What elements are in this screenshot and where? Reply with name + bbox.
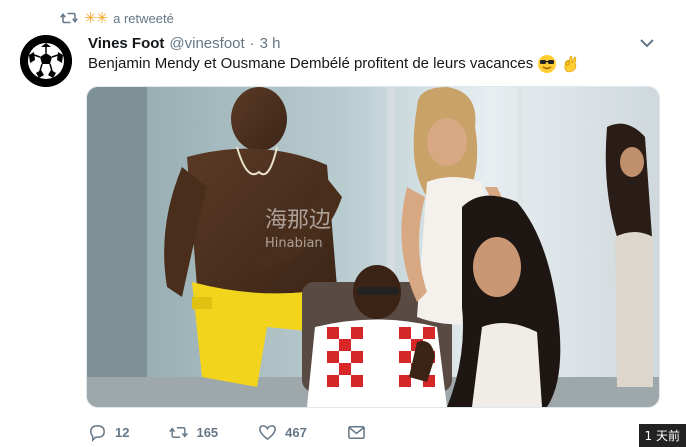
display-name[interactable]: Vines Foot — [88, 35, 164, 52]
tweet-body: Benjamin Mendy et Ousmane Dembélé profit… — [88, 55, 534, 72]
separator: · — [249, 34, 255, 52]
reply-button[interactable]: 12 — [88, 423, 129, 442]
retweet-icon — [60, 12, 78, 24]
retweeter-name[interactable]: ✳✳ — [84, 9, 108, 27]
tweet-text: Benjamin Mendy et Ousmane Dembélé profit… — [88, 54, 581, 74]
message-button[interactable] — [347, 423, 366, 442]
retweet-button[interactable]: 165 — [169, 423, 218, 442]
tweet-photo[interactable]: 海那边 Hinabian — [86, 86, 660, 408]
retweet-attribution: ✳✳ a retweeté — [60, 8, 174, 28]
watermark-cn: 海那边 — [265, 208, 331, 233]
timestamp[interactable]: 3 h — [260, 35, 281, 52]
tweet-header: Vines Foot @vinesfoot · 3 h — [88, 33, 281, 53]
heart-icon — [259, 424, 277, 440]
retweet-label: a retweeté — [113, 10, 174, 26]
chevron-down-icon[interactable] — [638, 34, 656, 52]
reply-count: 12 — [115, 424, 130, 440]
handle[interactable]: @vinesfoot — [169, 35, 244, 52]
timestamp-badge: 1 天前 — [638, 424, 686, 447]
envelope-icon — [348, 425, 365, 439]
like-count: 467 — [285, 424, 307, 440]
photo-image: 海那边 Hinabian — [87, 87, 659, 407]
soccer-ball-icon — [20, 35, 72, 87]
like-button[interactable]: 467 — [258, 423, 307, 442]
retweet-icon — [169, 426, 189, 438]
avatar[interactable] — [20, 35, 72, 87]
ok-hand-icon — [564, 55, 577, 73]
watermark-en: Hinabian — [265, 236, 323, 251]
tweet-actions: 12 165 467 — [88, 420, 406, 444]
reply-icon — [90, 424, 105, 442]
sunglasses-face-icon — [538, 55, 557, 73]
retweet-count: 165 — [196, 424, 219, 440]
